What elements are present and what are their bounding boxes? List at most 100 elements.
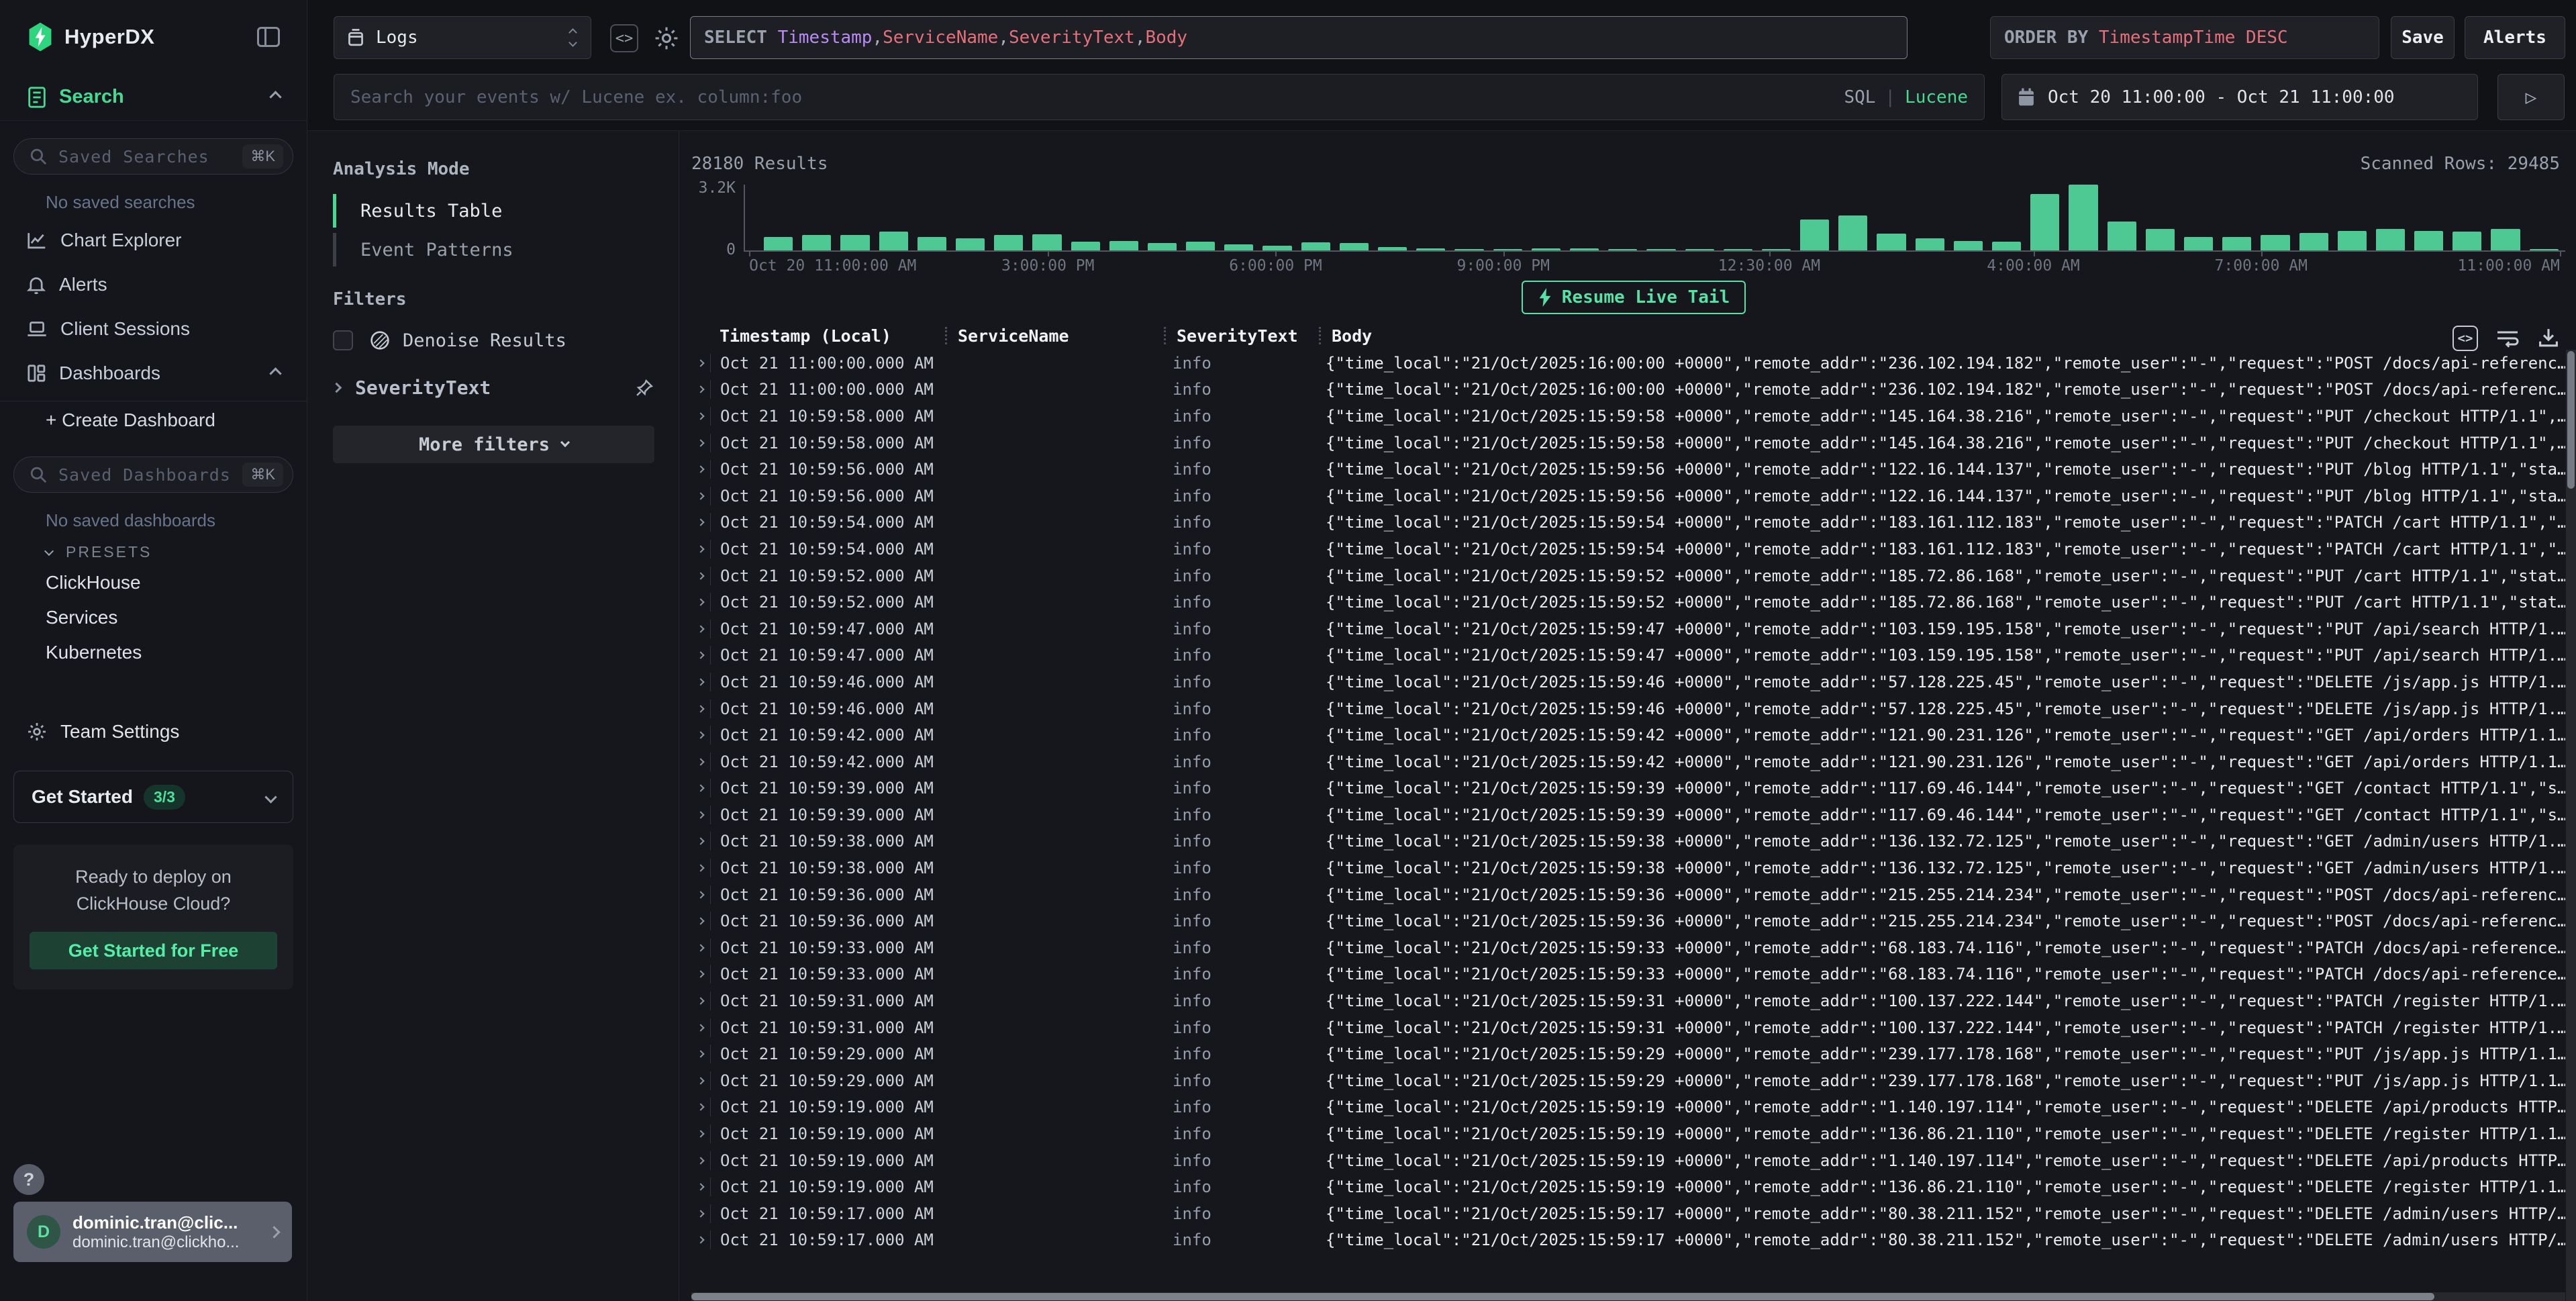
expand-row-chevron-icon[interactable] — [691, 1078, 710, 1083]
mode-event-patterns[interactable]: Event Patterns — [333, 233, 654, 267]
expand-row-chevron-icon[interactable] — [691, 360, 710, 366]
table-row[interactable]: Oct 21 10:59:36.000 AMinfo{"time_local":… — [691, 908, 2565, 934]
table-row[interactable]: Oct 21 10:59:46.000 AMinfo{"time_local":… — [691, 669, 2565, 695]
histogram-bar[interactable] — [2376, 229, 2405, 250]
source-select[interactable]: Logs — [334, 16, 591, 59]
histogram-bar[interactable] — [1532, 248, 1561, 250]
table-row[interactable]: Oct 21 10:59:19.000 AMinfo{"time_local":… — [691, 1173, 2565, 1200]
table-row[interactable]: Oct 21 10:59:33.000 AMinfo{"time_local":… — [691, 961, 2565, 988]
histogram-bar[interactable] — [1685, 249, 1714, 250]
table-row[interactable]: Oct 21 10:59:42.000 AMinfo{"time_local":… — [691, 722, 2565, 749]
sidebar-item-dashboards[interactable]: Dashboards — [0, 351, 307, 395]
histogram-bar[interactable] — [2069, 185, 2097, 250]
table-row[interactable]: Oct 21 10:59:19.000 AMinfo{"time_local":… — [691, 1094, 2565, 1121]
histogram-bar[interactable] — [840, 235, 869, 250]
histogram-bar[interactable] — [1224, 244, 1253, 250]
pin-icon[interactable] — [634, 378, 654, 398]
expand-row-chevron-icon[interactable] — [691, 759, 710, 765]
table-row[interactable]: Oct 21 10:59:52.000 AMinfo{"time_local":… — [691, 589, 2565, 616]
histogram-bar[interactable] — [1724, 249, 1752, 250]
table-row[interactable]: Oct 21 10:59:58.000 AMinfo{"time_local":… — [691, 430, 2565, 456]
table-row[interactable]: Oct 21 10:59:42.000 AMinfo{"time_local":… — [691, 749, 2565, 775]
table-row[interactable]: Oct 21 10:59:19.000 AMinfo{"time_local":… — [691, 1120, 2565, 1147]
expand-row-chevron-icon[interactable] — [691, 599, 710, 605]
sidebar-preset-clickhouse[interactable]: ClickHouse — [0, 565, 307, 600]
table-row[interactable]: Oct 21 10:59:56.000 AMinfo{"time_local":… — [691, 456, 2565, 483]
expand-row-chevron-icon[interactable] — [691, 414, 710, 419]
sidebar-item-team-settings[interactable]: Team Settings — [0, 712, 307, 752]
get-started-free-button[interactable]: Get Started for Free — [30, 932, 277, 969]
resume-live-tail-button[interactable]: Resume Live Tail — [1522, 281, 1746, 314]
table-row[interactable]: Oct 21 11:00:00.000 AMinfo{"time_local":… — [691, 377, 2565, 403]
expand-row-chevron-icon[interactable] — [691, 1211, 710, 1216]
table-row[interactable]: Oct 21 10:59:39.000 AMinfo{"time_local":… — [691, 802, 2565, 828]
table-row[interactable]: Oct 21 10:59:33.000 AMinfo{"time_local":… — [691, 934, 2565, 961]
expand-row-chevron-icon[interactable] — [691, 1131, 710, 1137]
expand-row-chevron-icon[interactable] — [691, 998, 710, 1004]
run-query-button[interactable]: ▷ — [2497, 74, 2565, 120]
table-row[interactable]: Oct 21 10:59:47.000 AMinfo{"time_local":… — [691, 642, 2565, 669]
chevron-right-icon[interactable] — [332, 383, 342, 393]
table-row[interactable]: Oct 21 10:59:36.000 AMinfo{"time_local":… — [691, 881, 2565, 908]
expand-row-chevron-icon[interactable] — [691, 812, 710, 818]
expand-row-chevron-icon[interactable] — [691, 945, 710, 951]
histogram-bar[interactable] — [2146, 229, 2175, 250]
expand-row-chevron-icon[interactable] — [691, 971, 710, 977]
date-range-picker[interactable]: Oct 20 11:00:00 - Oct 21 11:00:00 — [2001, 74, 2478, 120]
expand-row-chevron-icon[interactable] — [691, 785, 710, 791]
saved-dashboards-input[interactable]: Saved Dashboards ⌘K — [13, 456, 293, 493]
col-header-body[interactable]: Body — [1321, 326, 2442, 346]
histogram-bar[interactable] — [1186, 242, 1215, 250]
histogram-bar[interactable] — [879, 232, 908, 250]
histogram-bar[interactable] — [1762, 249, 1791, 250]
table-row[interactable]: Oct 21 10:59:52.000 AMinfo{"time_local":… — [691, 563, 2565, 589]
histogram-bar[interactable] — [2222, 237, 2251, 250]
sql-editor-toggle-icon[interactable]: <> — [610, 24, 638, 52]
sql-mode-toggle[interactable]: SQL — [1844, 87, 1875, 107]
create-dashboard-button[interactable]: + Create Dashboard — [0, 401, 307, 439]
histogram-bar[interactable] — [918, 237, 946, 250]
table-row[interactable]: Oct 21 10:59:38.000 AMinfo{"time_local":… — [691, 828, 2565, 855]
col-header-servicename[interactable]: ServiceName — [947, 326, 1164, 346]
histogram-bar[interactable] — [1916, 238, 1944, 250]
table-row[interactable]: Oct 21 10:59:19.000 AMinfo{"time_local":… — [691, 1147, 2565, 1174]
vertical-scrollbar-thumb[interactable] — [2567, 351, 2575, 489]
histogram-bar[interactable] — [1877, 234, 1905, 250]
expand-row-chevron-icon[interactable] — [691, 1158, 710, 1163]
expand-row-chevron-icon[interactable] — [691, 679, 710, 685]
histogram-bar[interactable] — [1800, 220, 1829, 250]
denoise-checkbox[interactable] — [333, 330, 353, 350]
histogram-bar[interactable] — [1148, 243, 1177, 250]
expand-row-chevron-icon[interactable] — [691, 1237, 710, 1243]
expand-row-chevron-icon[interactable] — [691, 520, 710, 525]
expand-row-chevron-icon[interactable] — [691, 918, 710, 924]
download-icon[interactable] — [2537, 327, 2560, 350]
horizontal-scrollbar-thumb[interactable] — [691, 1293, 2434, 1300]
histogram-bar[interactable] — [1032, 234, 1061, 250]
sidebar-item-alerts[interactable]: Alerts — [0, 262, 307, 307]
histogram-bar[interactable] — [1340, 243, 1369, 250]
help-button[interactable]: ? — [13, 1164, 44, 1195]
denoise-results-option[interactable]: Denoise Results — [333, 330, 654, 351]
table-row[interactable]: Oct 21 10:59:47.000 AMinfo{"time_local":… — [691, 616, 2565, 642]
histogram-bar[interactable] — [2108, 222, 2136, 250]
histogram-bar[interactable] — [1646, 249, 1675, 250]
expand-row-chevron-icon[interactable] — [691, 573, 710, 579]
expand-row-chevron-icon[interactable] — [691, 1051, 710, 1057]
histogram-bar[interactable] — [2184, 237, 2213, 250]
expand-row-chevron-icon[interactable] — [691, 865, 710, 871]
expand-row-chevron-icon[interactable] — [691, 706, 710, 712]
sidebar-item-client-sessions[interactable]: Client Sessions — [0, 307, 307, 351]
histogram-bar[interactable] — [2530, 249, 2559, 250]
table-row[interactable]: Oct 21 10:59:54.000 AMinfo{"time_local":… — [691, 536, 2565, 563]
histogram-bar[interactable] — [1838, 215, 1867, 250]
table-row[interactable]: Oct 21 10:59:46.000 AMinfo{"time_local":… — [691, 695, 2565, 722]
save-button[interactable]: Save — [2391, 16, 2455, 59]
severity-filter-group[interactable]: SeverityText — [333, 377, 654, 399]
more-filters-button[interactable]: More filters — [333, 426, 654, 463]
table-row[interactable]: Oct 21 10:59:29.000 AMinfo{"time_local":… — [691, 1041, 2565, 1067]
table-row[interactable]: Oct 21 10:59:39.000 AMinfo{"time_local":… — [691, 775, 2565, 802]
histogram-bar[interactable] — [1071, 242, 1100, 250]
table-row[interactable]: Oct 21 11:00:00.000 AMinfo{"time_local":… — [691, 350, 2565, 377]
histogram-bar[interactable] — [1416, 248, 1445, 250]
